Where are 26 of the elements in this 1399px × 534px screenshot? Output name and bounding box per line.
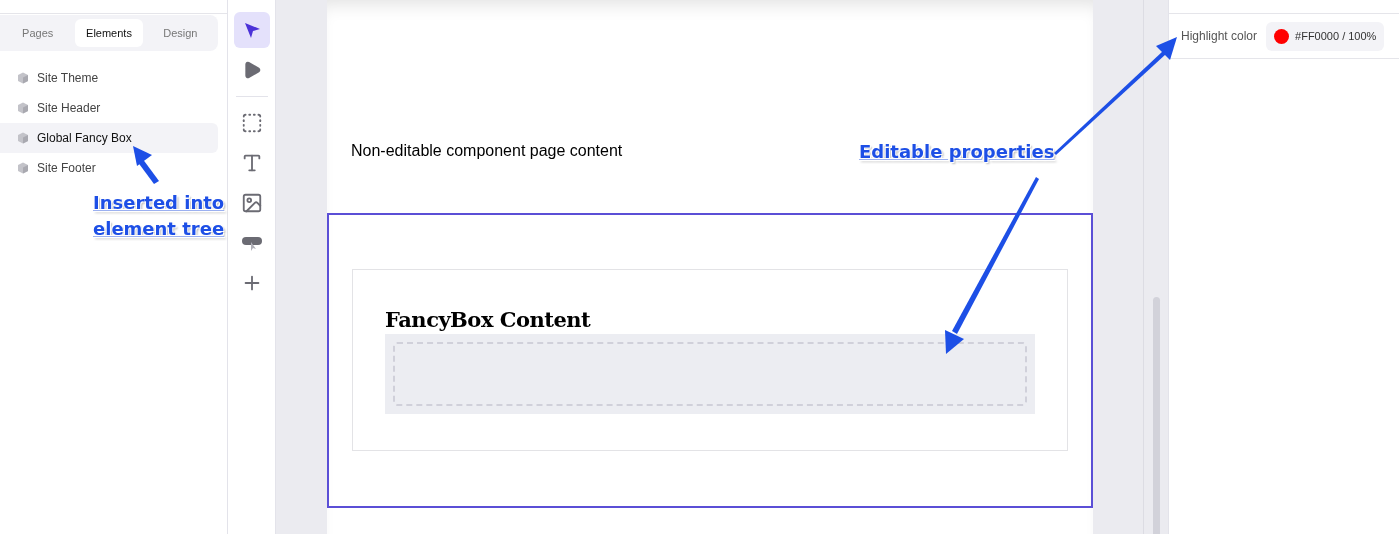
element-tree-item[interactable]: Site Header: [0, 93, 218, 123]
panel-tab[interactable]: Design: [146, 19, 214, 47]
annotation-text: element tree: [93, 217, 225, 241]
pointer-tool[interactable]: [233, 12, 270, 48]
component-icon: [240, 234, 263, 252]
element-tree-item[interactable]: Site Footer: [0, 153, 218, 183]
property-label: Highlight color: [1181, 28, 1258, 45]
cube-icon: [17, 162, 29, 174]
dashed-square-icon: [240, 112, 263, 134]
annotation-arrow: [133, 146, 159, 184]
color-field[interactable]: #FF0000 / 100%: [1266, 21, 1385, 51]
selected-component[interactable]: FancyBox Content: [327, 213, 1093, 508]
element-tree-item[interactable]: Global Fancy Box: [0, 123, 218, 153]
cube-icon: [17, 72, 29, 84]
panel-tab[interactable]: Elements: [75, 19, 143, 47]
image-icon: [240, 192, 263, 214]
fancy-box-heading: FancyBox Content: [385, 306, 592, 334]
scrollbar-thumb[interactable]: [1152, 297, 1160, 534]
element-tree-item[interactable]: Site Theme: [0, 63, 218, 93]
annotation-text: Inserted into: [93, 191, 225, 215]
annotation-text: Editable properties: [859, 140, 1055, 164]
page-text: Non-editable component page content: [351, 141, 623, 161]
panel-tab[interactable]: Pages: [4, 19, 72, 47]
pointer-icon: [242, 21, 261, 39]
cube-icon: [17, 102, 29, 114]
cube-icon: [17, 132, 29, 144]
